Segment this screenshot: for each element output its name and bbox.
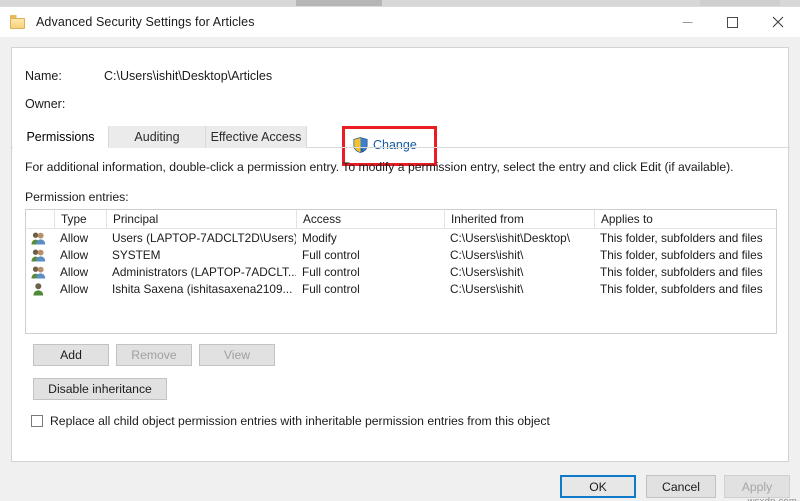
row-access: Full control xyxy=(296,263,444,280)
row-access: Modify xyxy=(296,229,444,246)
replace-child-permissions-checkbox[interactable] xyxy=(31,415,43,427)
apply-button[interactable]: Apply xyxy=(724,475,790,498)
column-header-principal[interactable]: Principal xyxy=(106,210,296,228)
tab-permissions-label: Permissions xyxy=(26,130,94,144)
row-icon xyxy=(26,263,54,280)
advanced-security-settings-window: Advanced Security Settings for Articles … xyxy=(0,0,800,501)
row-icon xyxy=(26,229,54,246)
tab-permissions[interactable]: Permissions xyxy=(13,126,109,148)
group-icon xyxy=(31,231,46,245)
replace-child-permissions-checkbox-row[interactable]: Replace all child object permission entr… xyxy=(31,414,550,428)
minimize-icon[interactable] xyxy=(665,7,710,37)
tab-strip: Permissions Auditing Effective Access xyxy=(12,126,790,148)
owner-label: Owner: xyxy=(25,97,65,111)
user-icon xyxy=(31,282,46,296)
table-row[interactable]: Allow Users (LAPTOP-7ADCLT2D\Users) Modi… xyxy=(26,229,776,246)
permission-entries-list[interactable]: Type Principal Access Inherited from App… xyxy=(25,209,777,334)
permission-entries-label: Permission entries: xyxy=(25,190,129,204)
table-row[interactable]: Allow Ishita Saxena (ishitasaxena2109...… xyxy=(26,280,776,297)
window-controls xyxy=(665,7,800,37)
list-rows: Allow Users (LAPTOP-7ADCLT2D\Users) Modi… xyxy=(26,229,776,297)
folder-icon xyxy=(10,15,26,29)
info-text: For additional information, double-click… xyxy=(25,160,734,174)
row-applies-to: This folder, subfolders and files xyxy=(594,229,777,246)
list-header-row: Type Principal Access Inherited from App… xyxy=(26,210,776,229)
row-access: Full control xyxy=(296,246,444,263)
name-label: Name: xyxy=(25,69,62,83)
row-inherited-from: C:\Users\ishit\ xyxy=(444,246,594,263)
dialog-footer: OK Cancel Apply wsxdn.com xyxy=(0,468,800,501)
column-header-access[interactable]: Access xyxy=(296,210,444,228)
title-bar: Advanced Security Settings for Articles xyxy=(0,7,800,37)
row-inherited-from: C:\Users\ishit\Desktop\ xyxy=(444,229,594,246)
add-button[interactable]: Add xyxy=(33,344,109,366)
replace-child-permissions-label: Replace all child object permission entr… xyxy=(50,414,550,428)
row-principal: SYSTEM xyxy=(106,246,296,263)
row-type: Allow xyxy=(54,280,106,297)
row-type: Allow xyxy=(54,246,106,263)
window-title: Advanced Security Settings for Articles xyxy=(36,15,255,29)
tab-effective-access-label: Effective Access xyxy=(211,130,302,144)
table-row[interactable]: Allow SYSTEM Full control C:\Users\ishit… xyxy=(26,246,776,263)
dialog-window: Advanced Security Settings for Articles … xyxy=(0,6,800,501)
group-icon xyxy=(31,265,46,279)
row-applies-to: This folder, subfolders and files xyxy=(594,246,777,263)
column-header-type[interactable]: Type xyxy=(54,210,106,228)
column-header-inherited-from[interactable]: Inherited from xyxy=(444,210,594,228)
row-inherited-from: C:\Users\ishit\ xyxy=(444,280,594,297)
column-header-applies-to[interactable]: Applies to xyxy=(594,210,777,228)
tab-auditing[interactable]: Auditing xyxy=(109,126,206,148)
row-principal: Administrators (LAPTOP-7ADCLT... xyxy=(106,263,296,280)
row-applies-to: This folder, subfolders and files xyxy=(594,280,777,297)
name-value: C:\Users\ishit\Desktop\Articles xyxy=(104,69,272,83)
cancel-button[interactable]: Cancel xyxy=(646,475,716,498)
row-type: Allow xyxy=(54,263,106,280)
row-icon xyxy=(26,246,54,263)
column-header-icon[interactable] xyxy=(26,210,54,228)
table-row[interactable]: Allow Administrators (LAPTOP-7ADCLT... F… xyxy=(26,263,776,280)
view-button[interactable]: View xyxy=(199,344,275,366)
ok-button[interactable]: OK xyxy=(560,475,636,498)
tab-auditing-label: Auditing xyxy=(134,130,179,144)
tab-effective-access[interactable]: Effective Access xyxy=(206,126,307,148)
row-principal: Ishita Saxena (ishitasaxena2109... xyxy=(106,280,296,297)
row-type: Allow xyxy=(54,229,106,246)
disable-inheritance-button[interactable]: Disable inheritance xyxy=(33,378,167,400)
row-applies-to: This folder, subfolders and files xyxy=(594,263,777,280)
row-inherited-from: C:\Users\ishit\ xyxy=(444,263,594,280)
maximize-icon[interactable] xyxy=(710,7,755,37)
watermark: wsxdn.com xyxy=(748,496,797,501)
remove-button[interactable]: Remove xyxy=(116,344,192,366)
row-principal: Users (LAPTOP-7ADCLT2D\Users) xyxy=(106,229,296,246)
row-access: Full control xyxy=(296,280,444,297)
close-icon[interactable] xyxy=(755,7,800,37)
group-icon xyxy=(31,248,46,262)
dialog-content-panel: Name: C:\Users\ishit\Desktop\Articles Ow… xyxy=(11,47,789,462)
row-icon xyxy=(26,280,54,297)
